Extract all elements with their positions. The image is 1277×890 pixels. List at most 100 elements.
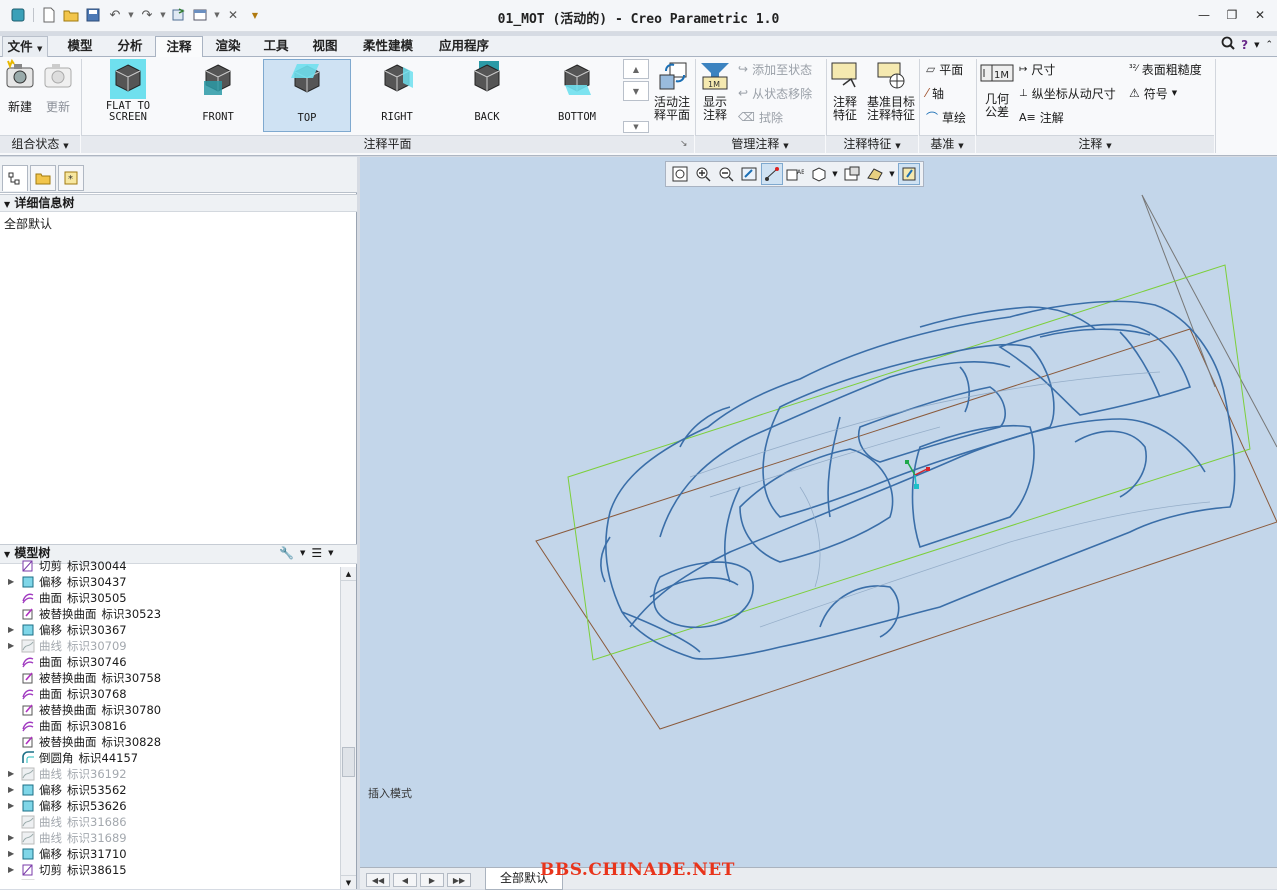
refit-icon[interactable] (669, 163, 691, 185)
tree-row[interactable]: 被替换曲面 标识30758 (0, 670, 340, 686)
view-front[interactable]: FRONT (174, 59, 262, 132)
gallery-expand-icon[interactable]: ▼ (623, 121, 649, 133)
tab-analysis[interactable]: 分析 (106, 36, 154, 57)
group-label-datum[interactable]: 基准 ▼ (919, 135, 975, 153)
tab-model[interactable]: 模型 (56, 36, 104, 57)
detail-tree-header[interactable]: ▼ 详细信息树 (0, 194, 357, 212)
tree-row[interactable]: ▶ 切剪 标识38615 (0, 862, 340, 878)
minimize-icon[interactable]: — (1195, 7, 1213, 23)
tree-row[interactable]: 曲面 标识30746 (0, 654, 340, 670)
tree-row[interactable]: ▶ 偏移 标识31710 (0, 846, 340, 862)
ordinate-dimension-button[interactable]: ⊥ 纵坐标从动尺寸 (1019, 83, 1116, 103)
show-annotations-button[interactable]: 1M 显示 注释 (698, 59, 732, 133)
help-dropdown-icon[interactable]: ▼ (1254, 41, 1259, 49)
model-tree-tab-icon[interactable] (2, 165, 28, 191)
tab-annotate[interactable]: 注释 (155, 36, 203, 58)
zoom-out-icon[interactable] (715, 163, 737, 185)
active-annotation-plane-button[interactable]: 活动注 释平面 (652, 59, 692, 133)
tree-row[interactable]: 曲面 标识30768 (0, 686, 340, 702)
tree-row[interactable]: ▶ 偏移 标识53626 (0, 798, 340, 814)
tree-expand-icon[interactable]: ▶ (8, 766, 20, 782)
annotation-display-icon[interactable]: AB (784, 163, 806, 185)
group-label-manage[interactable]: 管理注释 ▼ (695, 135, 825, 153)
view-bottom[interactable]: BOTTOM (533, 59, 621, 132)
tree-row[interactable]: 被替换曲面 标识30780 (0, 702, 340, 718)
remove-from-state-button[interactable]: ↩ 从状态移除 (738, 83, 812, 103)
group-label-features[interactable]: 注释特征 ▼ (826, 135, 918, 153)
prev-sheet-icon[interactable]: ◀ (393, 873, 417, 887)
tab-tools[interactable]: 工具 (253, 36, 299, 57)
tree-expand-icon[interactable]: ▶ (8, 622, 20, 638)
scroll-up-icon[interactable]: ▲ (341, 567, 356, 581)
group-label-states[interactable]: 组合状态 ▼ (0, 135, 80, 153)
tree-row[interactable]: ▶ 偏移 标识30437 (0, 574, 340, 590)
repaint-icon[interactable] (738, 163, 760, 185)
folder-browser-tab-icon[interactable] (30, 165, 56, 191)
first-sheet-icon[interactable]: ◀◀ (366, 873, 390, 887)
graphics-window[interactable]: AB ▼ ▼ 插入模式 (360, 157, 1277, 867)
favorites-tab-icon[interactable]: * (58, 165, 84, 191)
saved-views-icon[interactable] (841, 163, 863, 185)
tree-row[interactable]: 被替换曲面 标识30523 (0, 606, 340, 622)
display-style-icon[interactable] (807, 163, 829, 185)
tree-row[interactable]: 倒圆角 标识44157 (0, 750, 340, 766)
model-tree-scrollbar[interactable]: ▲ ▼ (340, 567, 356, 889)
new-state-button[interactable]: 新建 (4, 59, 36, 133)
erase-button[interactable]: ⌫ 拭除 (738, 107, 783, 127)
tree-expand-icon[interactable]: ▶ (8, 782, 20, 798)
geometric-tolerance-button[interactable]: 1M 几何 公差 (980, 59, 1014, 133)
group-label-annotations[interactable]: 注释 ▼ (976, 135, 1214, 153)
tree-expand-icon[interactable]: ▶ (8, 846, 20, 862)
tree-row[interactable]: ▶ 偏移 标识53562 (0, 782, 340, 798)
dimension-button[interactable]: ↦ 尺寸 (1019, 59, 1055, 79)
datum-target-annotation-button[interactable]: 基准目标 注释特征 (864, 59, 918, 133)
datum-display-icon[interactable] (898, 163, 920, 185)
detail-tree-item[interactable]: 全部默认 (4, 215, 52, 232)
tree-row[interactable]: 曲线 标识31686 (0, 814, 340, 830)
restore-icon[interactable]: ❐ (1223, 7, 1241, 23)
close-icon[interactable]: ✕ (1251, 7, 1269, 23)
tab-file[interactable]: 文件 ▼ (2, 36, 48, 57)
search-icon[interactable] (1221, 36, 1235, 53)
datum-plane-button[interactable]: ▱ 平面 (926, 59, 963, 79)
scroll-down-icon[interactable]: ▼ (341, 875, 356, 889)
tree-expand-icon[interactable]: ▶ (8, 862, 20, 878)
note-button[interactable]: A≡ 注解 (1019, 107, 1064, 127)
view-top[interactable]: TOP (263, 59, 351, 132)
tree-row[interactable]: 切剪 标识30044 (0, 558, 340, 574)
tab-view[interactable]: 视图 (301, 36, 349, 57)
spin-center-icon[interactable] (761, 163, 783, 185)
tree-row[interactable]: 被替换曲面 标识30828 (0, 734, 340, 750)
last-sheet-icon[interactable]: ▶▶ (447, 873, 471, 887)
tree-expand-icon[interactable]: ▶ (8, 798, 20, 814)
display-style-dropdown-icon[interactable]: ▼ (830, 163, 840, 185)
tree-expand-icon[interactable]: ▶ (8, 638, 20, 654)
zoom-in-icon[interactable] (692, 163, 714, 185)
gallery-up-icon[interactable]: ▲ (623, 59, 649, 79)
add-to-state-button[interactable]: ↪ 添加至状态 (738, 59, 812, 79)
sketch-button[interactable]: ⌒ 草绘 (926, 107, 966, 127)
view-right[interactable]: RIGHT (353, 59, 441, 132)
perspective-dropdown-icon[interactable]: ▼ (887, 163, 897, 185)
tree-expand-icon[interactable]: ▶ (8, 574, 20, 590)
group-label-annotation-planes[interactable]: 注释平面 (81, 135, 694, 153)
next-sheet-icon[interactable]: ▶ (420, 873, 444, 887)
tree-settings-dropdown-icon[interactable]: ▼ (300, 549, 305, 557)
tree-row[interactable]: WINDOW曲线1 (0, 878, 340, 880)
tree-row[interactable]: 曲面 标识30816 (0, 718, 340, 734)
perspective-icon[interactable] (864, 163, 886, 185)
tree-row[interactable]: ▶ 曲线 标识36192 (0, 766, 340, 782)
collapse-ribbon-icon[interactable]: ⌃ (1265, 40, 1273, 50)
tree-columns-dropdown-icon[interactable]: ▼ (328, 549, 333, 557)
tree-expand-icon[interactable]: ▶ (8, 830, 20, 846)
tree-row[interactable]: ▶ 偏移 标识30367 (0, 622, 340, 638)
scroll-thumb[interactable] (342, 747, 355, 777)
view-flat-to-screen[interactable]: FLAT TO SCREEN (84, 59, 172, 132)
annotation-feature-button[interactable]: 注释 特征 (829, 59, 861, 133)
update-state-button[interactable]: 更新 (42, 59, 74, 133)
surface-finish-button[interactable]: ³²⁄ 表面粗糙度 (1129, 59, 1202, 79)
datum-axis-button[interactable]: ⁄ 轴 (926, 83, 944, 103)
help-icon[interactable]: ? (1241, 38, 1248, 52)
tree-row[interactable]: 曲面 标识30505 (0, 590, 340, 606)
view-back[interactable]: BACK (443, 59, 531, 132)
